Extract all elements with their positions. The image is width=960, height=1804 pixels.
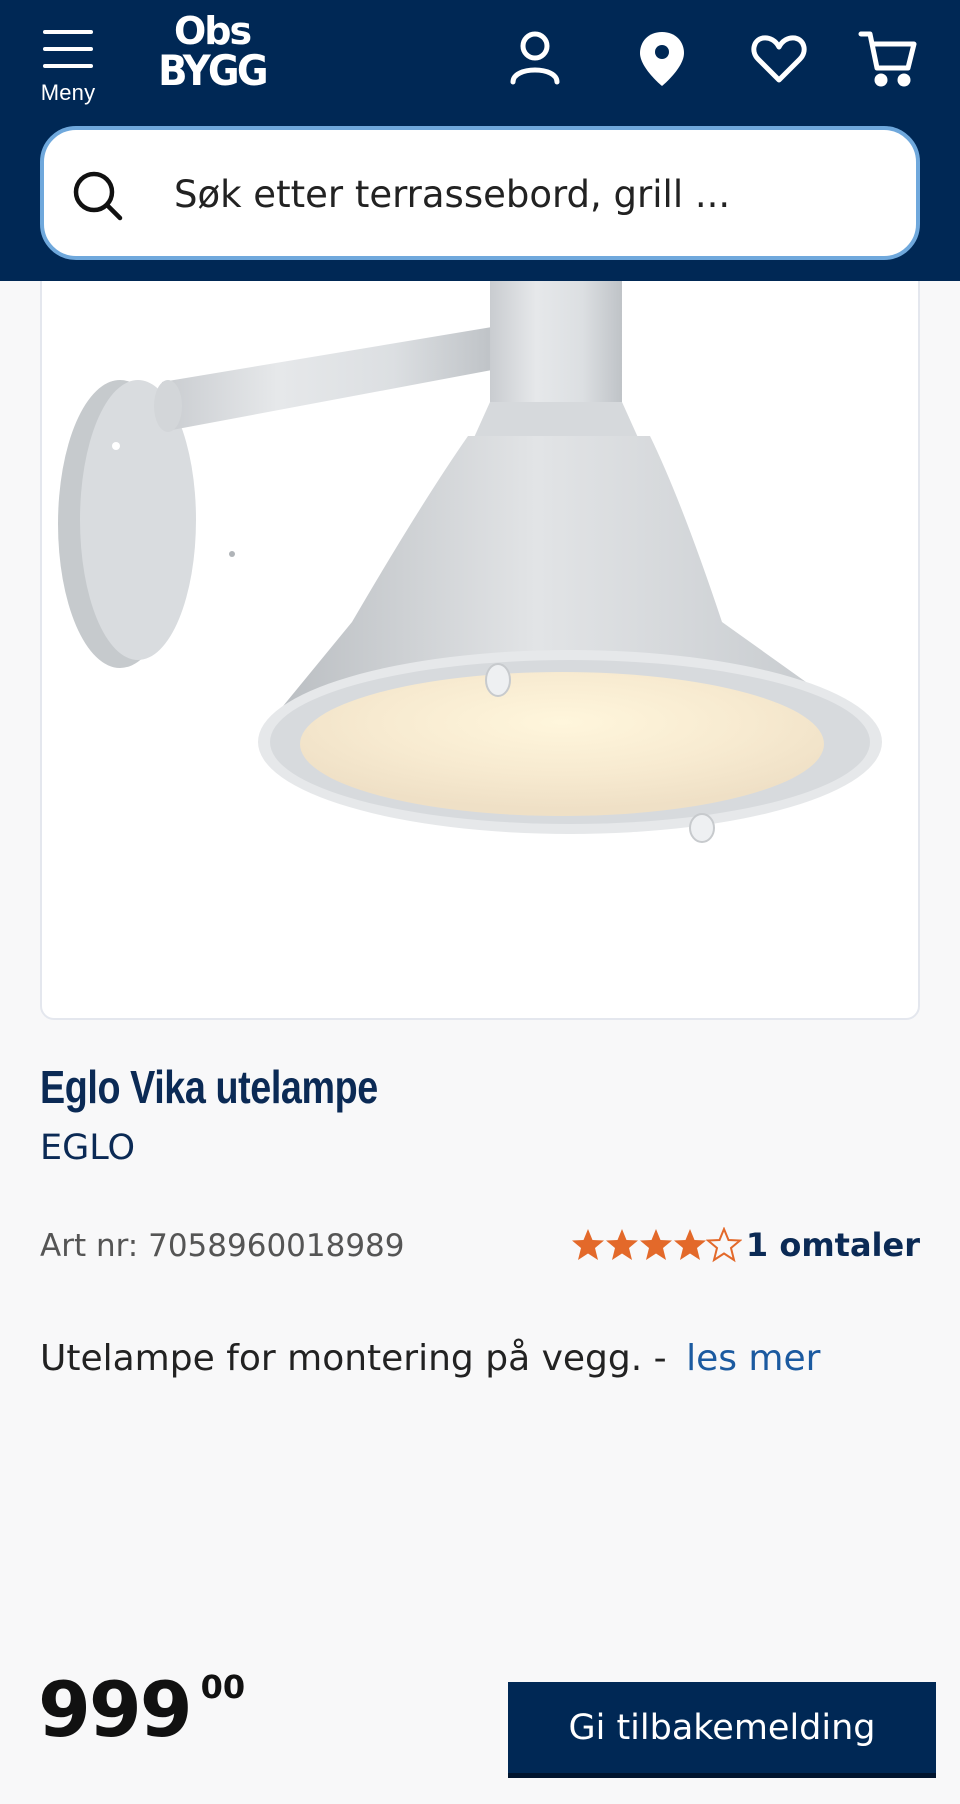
search-bar[interactable] [40, 126, 920, 260]
search-input[interactable] [174, 154, 874, 234]
hamburger-icon [43, 30, 93, 68]
price-integer: 999 [38, 1665, 193, 1754]
location-pin-icon[interactable] [632, 28, 692, 90]
user-icon[interactable] [505, 28, 565, 90]
heart-icon[interactable] [749, 28, 809, 90]
feedback-button[interactable]: Gi tilbakemelding [508, 1682, 936, 1778]
rating-stars [571, 1227, 742, 1263]
product-image[interactable] [40, 200, 920, 1020]
menu-button[interactable]: Meny [30, 22, 106, 106]
menu-label: Meny [40, 80, 96, 105]
product-title: Eglo Vika utelampe [40, 1061, 378, 1113]
obs-bygg-logo[interactable]: Obs BYGG [150, 12, 274, 98]
star-filled-icon [673, 1229, 706, 1260]
article-number: Art nr: 7058960018989 [40, 1228, 405, 1264]
review-count[interactable]: 1 omtaler [746, 1226, 920, 1264]
product-page: Meny Obs BYGG Søk etter terrassebord, gr… [0, 0, 960, 1804]
search-icon[interactable] [70, 168, 126, 224]
star-filled-icon [639, 1229, 672, 1260]
product-brand[interactable]: EGLO [40, 1128, 135, 1168]
star-empty-icon [705, 1227, 742, 1263]
product-price: 999 00 [38, 1665, 245, 1754]
product-description: Utelampe for montering på vegg. - les me… [40, 1338, 820, 1379]
logo-line-2: BYGG [158, 46, 268, 95]
logo-line-1: Obs [173, 9, 252, 53]
product-rating[interactable]: 1 omtaler [571, 1226, 920, 1264]
site-header: Meny Obs BYGG [0, 0, 960, 281]
wall-lamp-illustration [58, 232, 882, 843]
price-decimal: 00 [200, 1668, 246, 1706]
star-filled-icon [571, 1229, 604, 1260]
star-filled-icon [605, 1229, 638, 1260]
description-text: Utelampe for montering på vegg. - [40, 1338, 667, 1379]
cart-icon[interactable] [858, 28, 918, 90]
read-more-link[interactable]: les mer [686, 1338, 820, 1379]
